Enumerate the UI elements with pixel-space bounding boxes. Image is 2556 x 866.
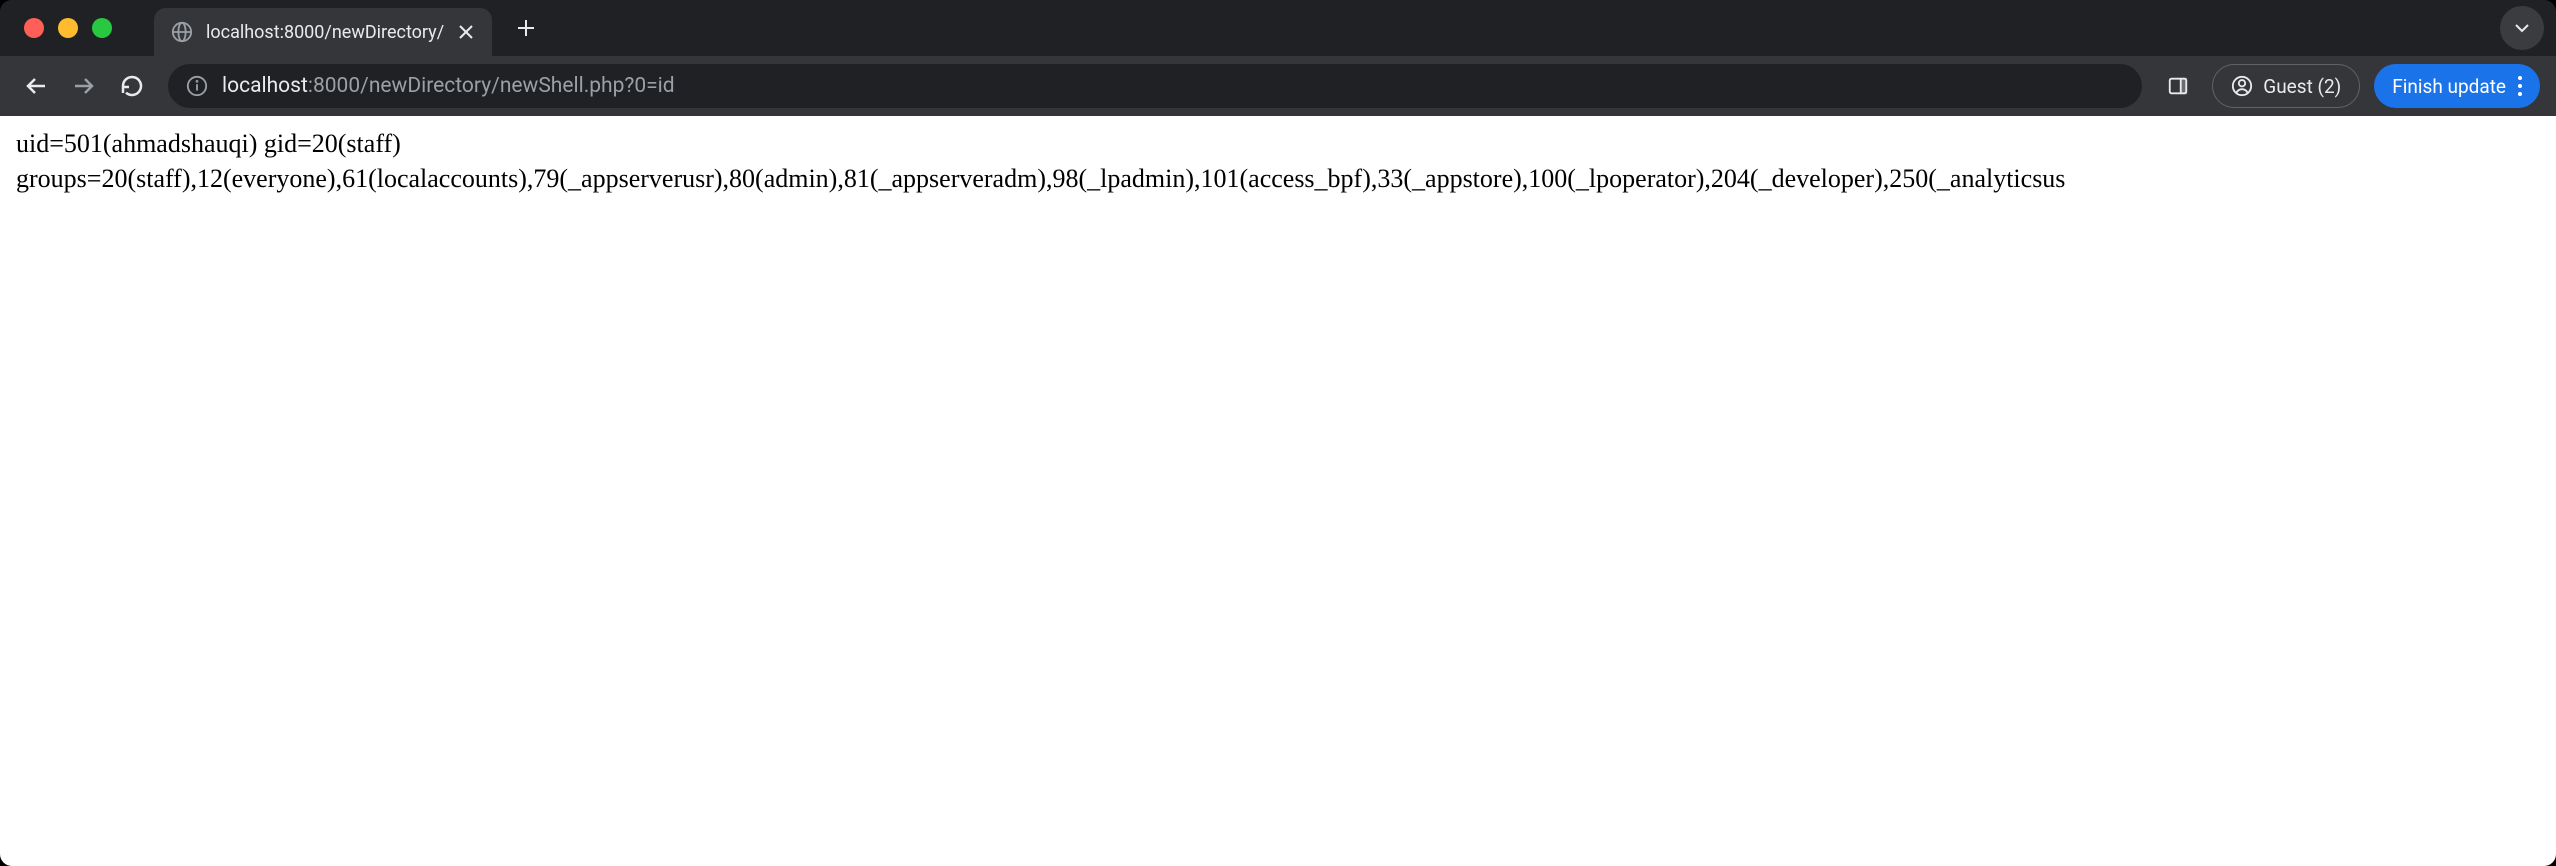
info-icon[interactable] — [186, 75, 208, 97]
url-domain: localhost — [222, 74, 308, 98]
browser-tab[interactable]: localhost:8000/newDirectory/ — [154, 8, 492, 56]
toolbar-right: Guest (2) Finish update — [2158, 64, 2540, 108]
tab-bar: localhost:8000/newDirectory/ — [0, 0, 2556, 56]
page-output: uid=501(ahmadshauqi) gid=20(staff) group… — [16, 126, 2540, 196]
output-line-2: groups=20(staff),12(everyone),61(localac… — [16, 161, 2540, 196]
more-icon — [2518, 76, 2522, 96]
back-button[interactable] — [16, 66, 56, 106]
url-path: :8000/newDirectory/newShell.php?0=id — [308, 74, 675, 98]
close-window-button[interactable] — [24, 18, 44, 38]
browser-window: localhost:8000/newDirectory/ — [0, 0, 2556, 866]
maximize-window-button[interactable] — [92, 18, 112, 38]
globe-icon — [170, 20, 194, 44]
output-line-1: uid=501(ahmadshauqi) gid=20(staff) — [16, 126, 2540, 161]
url-text: localhost:8000/newDirectory/newShell.php… — [222, 74, 2124, 98]
reload-button[interactable] — [112, 66, 152, 106]
address-bar[interactable]: localhost:8000/newDirectory/newShell.php… — [168, 64, 2142, 108]
profile-button[interactable]: Guest (2) — [2212, 64, 2360, 108]
finish-update-button[interactable]: Finish update — [2374, 64, 2540, 108]
close-tab-button[interactable] — [456, 22, 476, 42]
new-tab-button[interactable] — [508, 10, 544, 46]
update-label: Finish update — [2392, 75, 2506, 98]
side-panel-button[interactable] — [2158, 66, 2198, 106]
minimize-window-button[interactable] — [58, 18, 78, 38]
window-controls — [24, 18, 112, 38]
forward-button[interactable] — [64, 66, 104, 106]
tab-search-button[interactable] — [2500, 6, 2544, 50]
tab-title: localhost:8000/newDirectory/ — [206, 22, 444, 43]
profile-label: Guest (2) — [2263, 75, 2341, 98]
toolbar: localhost:8000/newDirectory/newShell.php… — [0, 56, 2556, 116]
page-content: uid=501(ahmadshauqi) gid=20(staff) group… — [0, 116, 2556, 866]
